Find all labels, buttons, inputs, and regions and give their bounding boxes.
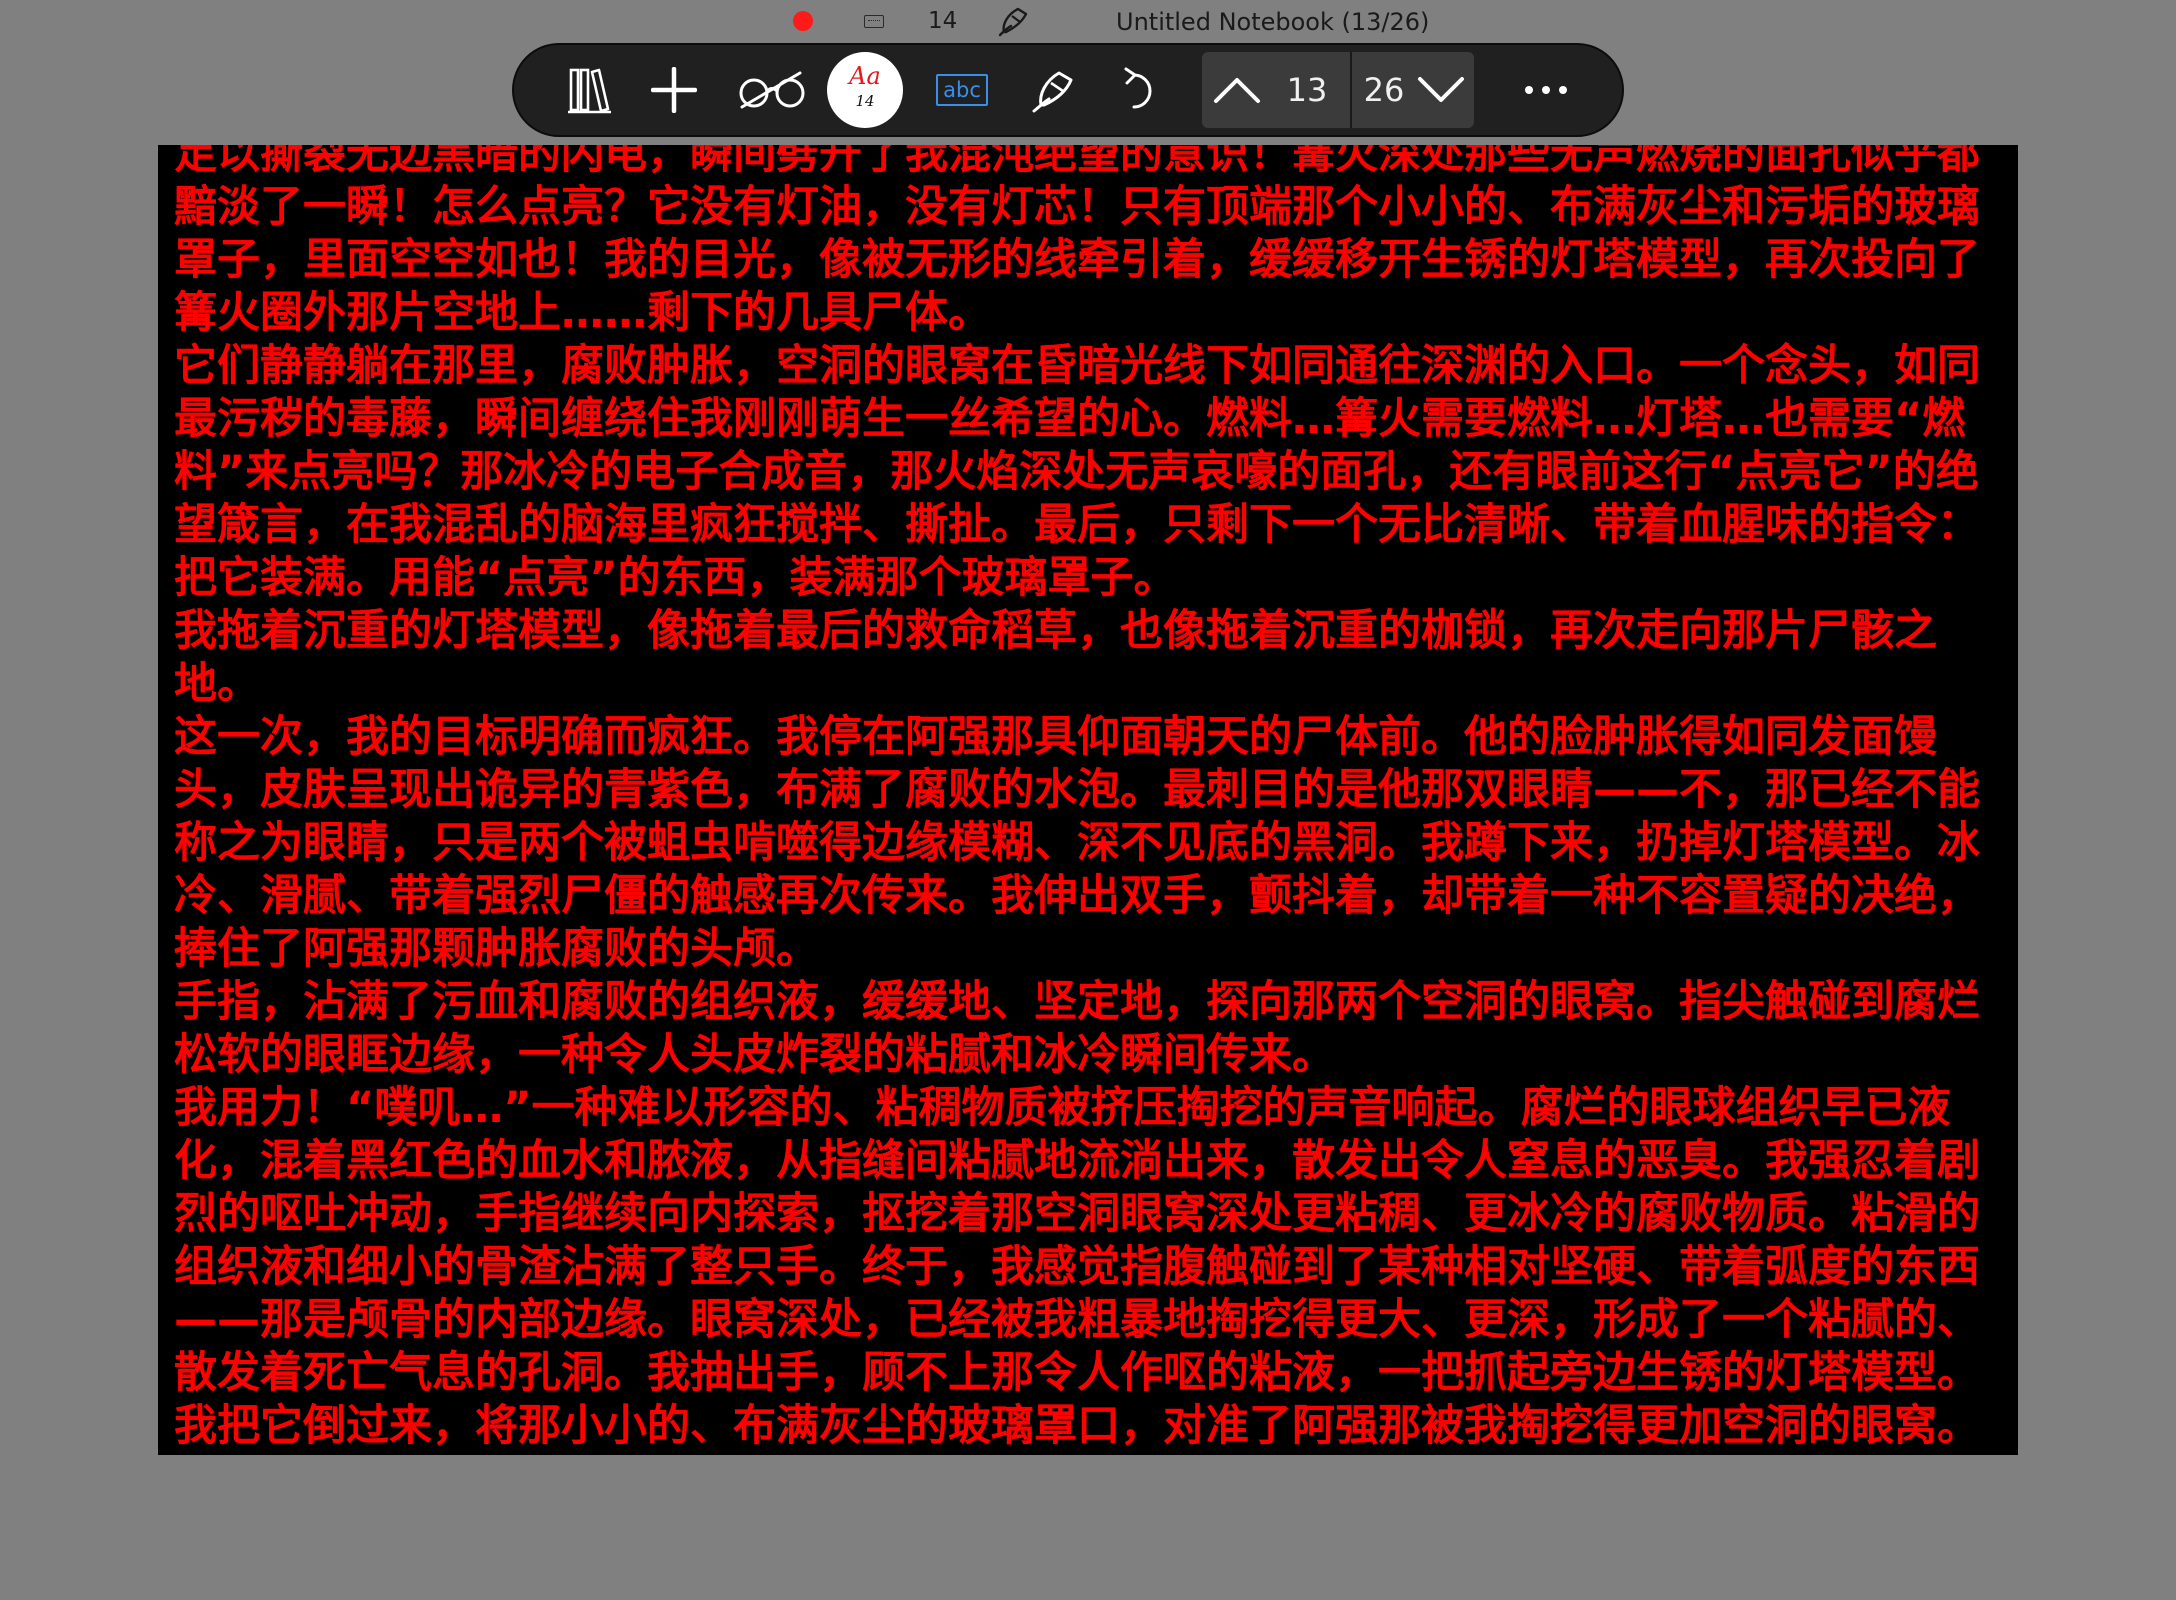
library-icon xyxy=(568,68,611,114)
page-separator xyxy=(1350,52,1352,128)
text-recognition-button[interactable]: abc xyxy=(924,45,1000,135)
library-button[interactable] xyxy=(552,45,628,135)
text-recognition-icon: abc xyxy=(936,74,988,106)
font-size-label: 14 xyxy=(855,92,875,110)
font-style-glyph: Aa xyxy=(849,62,881,90)
notebook-page[interactable]: 足以撕裂无边黑暗的闪电，瞬间劈开了我混沌绝望的意识！篝火深处那些无声燃烧的面孔似… xyxy=(158,145,2018,1455)
status-bar: 14 Untitled Notebook (13/26) xyxy=(0,0,2176,44)
total-pages: 26 xyxy=(1363,71,1405,109)
font-style-button[interactable]: Aa 14 xyxy=(827,52,903,128)
pen-tool-icon xyxy=(1032,71,1073,113)
keyboard-icon[interactable] xyxy=(864,15,884,28)
reading-glasses-button[interactable] xyxy=(728,45,818,135)
more-button[interactable] xyxy=(1514,45,1578,135)
floating-toolbar: Aa 14 abc 13 26 xyxy=(512,43,1624,137)
pen-tool-button[interactable] xyxy=(1016,45,1092,135)
current-page-number[interactable]: 13 xyxy=(1272,52,1342,128)
next-page-button[interactable] xyxy=(1408,52,1474,128)
add-icon xyxy=(651,67,697,113)
page-text: 足以撕裂无边黑暗的闪电，瞬间劈开了我混沌绝望的意识！篝火深处那些无声燃烧的面孔似… xyxy=(174,145,2004,1453)
paragraph: 我拖着沉重的灯塔模型，像拖着最后的救命稻草，也像拖着沉重的枷锁，再次走向那片尸骸… xyxy=(174,606,1937,709)
chevron-down-icon xyxy=(1418,77,1464,102)
paragraph: 这一次，我的目标明确而疯狂。我停在阿强那具仰面朝天的尸体前。他的脸肿胀得如同发面… xyxy=(174,712,1980,974)
more-icon xyxy=(1559,86,1567,94)
undo-button[interactable] xyxy=(1104,45,1180,135)
pen-icon[interactable] xyxy=(996,4,1032,38)
more-icon xyxy=(1542,86,1550,94)
notebook-title: Untitled Notebook (13/26) xyxy=(1116,8,1430,36)
page-navigator: 13 26 xyxy=(1202,52,1474,128)
paragraph: 手指，沾满了污血和腐败的组织液，缓缓地、坚定地，探向那两个空洞的眼窝。指尖触碰到… xyxy=(174,977,1980,1080)
record-dot-icon[interactable] xyxy=(793,11,813,31)
undo-icon xyxy=(1124,67,1152,109)
reading-glasses-icon xyxy=(739,71,805,109)
chevron-up-icon xyxy=(1214,78,1260,103)
paragraph: 足以撕裂无边黑暗的闪电，瞬间劈开了我混沌绝望的意识！篝火深处那些无声燃烧的面孔似… xyxy=(174,145,1980,338)
add-button[interactable] xyxy=(636,45,712,135)
more-icon xyxy=(1525,86,1533,94)
status-font-size: 14 xyxy=(928,8,958,34)
previous-page-button[interactable] xyxy=(1202,52,1272,128)
paragraph: 它们静静躺在那里，腐败肿胀，空洞的眼窝在昏暗光线下如同通往深渊的入口。一个念头，… xyxy=(174,341,1980,603)
paragraph: 我用力！“噗叽…”一种难以形容的、粘稠物质被挤压掏挖的声音响起。腐烂的眼球组织早… xyxy=(174,1083,1980,1451)
